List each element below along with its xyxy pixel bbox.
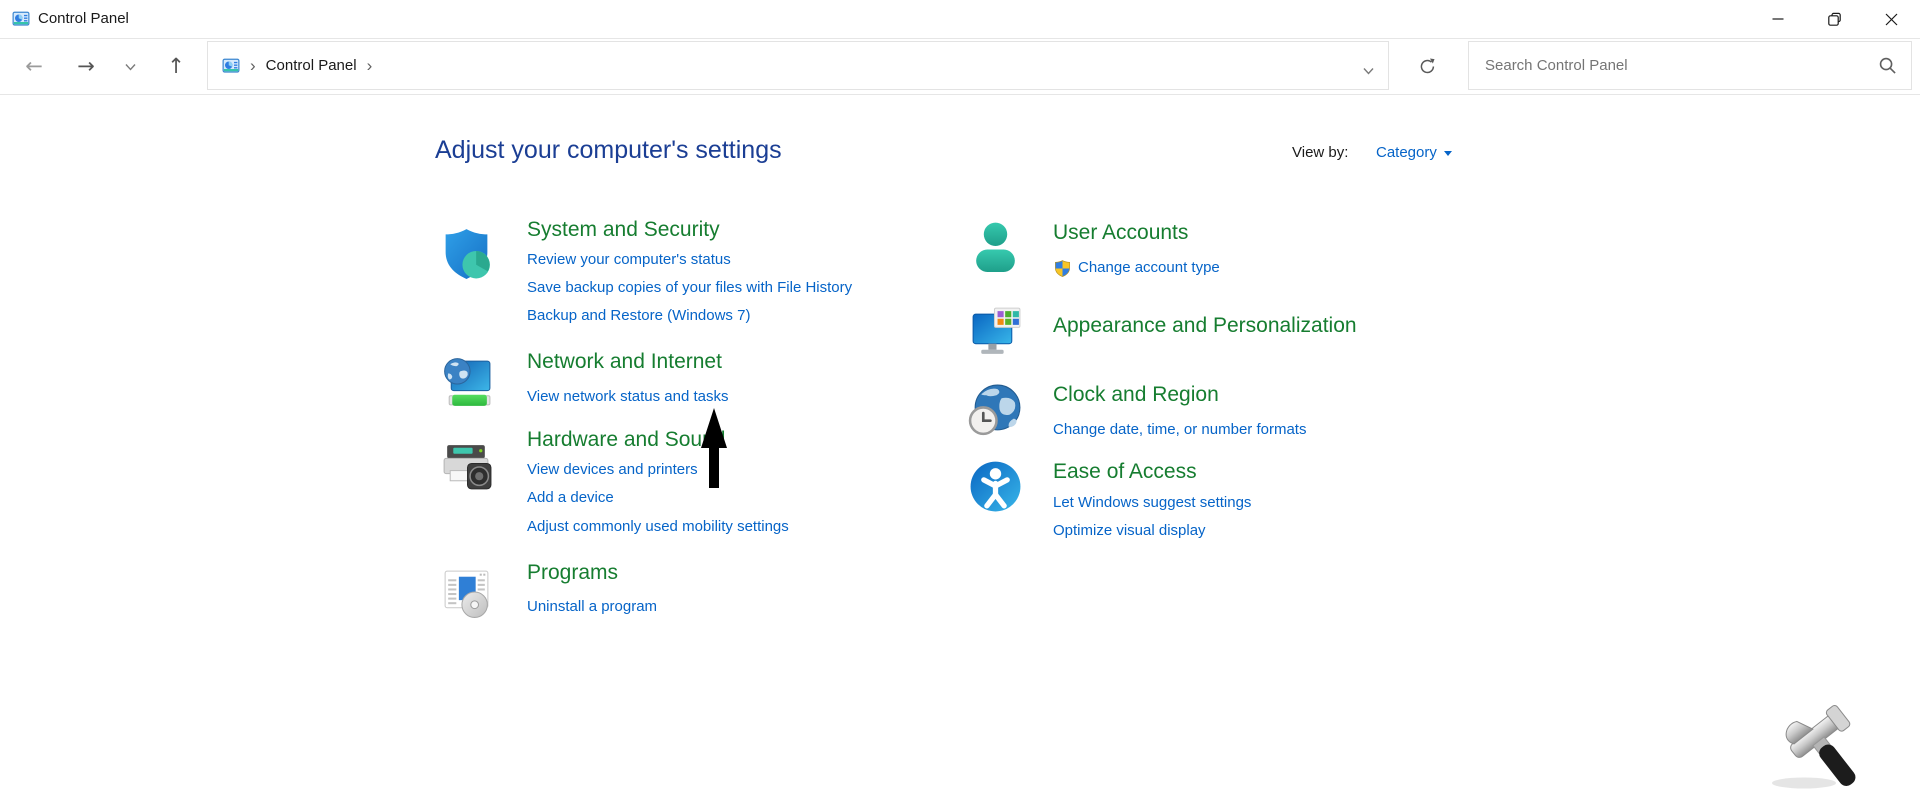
search-input[interactable]	[1469, 57, 1878, 74]
back-arrow-icon: ←	[25, 56, 43, 77]
category-title-hardware-sound[interactable]: Hardware and Sound	[527, 428, 725, 452]
forward-arrow-icon: →	[77, 56, 95, 77]
category-title-ease-of-access[interactable]: Ease of Access	[1053, 460, 1197, 484]
search-box	[1468, 41, 1912, 90]
monitor-globe-icon[interactable]	[438, 354, 495, 411]
page-title: Adjust your computer's settings	[435, 136, 782, 165]
view-by-dropdown[interactable]: Category	[1376, 144, 1452, 161]
window-disc-icon[interactable]	[438, 564, 495, 621]
search-icon[interactable]	[1878, 56, 1897, 75]
address-dropdown-button[interactable]	[1363, 62, 1374, 80]
restore-button[interactable]	[1806, 0, 1863, 38]
link-backup-restore[interactable]: Backup and Restore (Windows 7)	[527, 307, 750, 324]
control-panel-icon	[12, 10, 30, 28]
link-change-account-type[interactable]: Change account type	[1078, 259, 1220, 276]
link-uninstall-program[interactable]: Uninstall a program	[527, 598, 657, 615]
close-button[interactable]	[1863, 0, 1920, 38]
link-windows-suggest-settings[interactable]: Let Windows suggest settings	[1053, 494, 1251, 511]
up-button[interactable]: ↑	[156, 39, 196, 94]
link-file-history[interactable]: Save backup copies of your files with Fi…	[527, 279, 852, 296]
shield-pie-icon[interactable]	[438, 225, 495, 282]
link-review-computer-status[interactable]: Review your computer's status	[527, 251, 731, 268]
breadcrumb-chevron: ›	[367, 57, 373, 74]
forward-button[interactable]: →	[66, 39, 106, 94]
refresh-icon	[1418, 57, 1437, 76]
window-controls	[1749, 0, 1920, 38]
category-title-appearance-personalization[interactable]: Appearance and Personalization	[1053, 314, 1357, 338]
breadcrumb-location-icon	[222, 57, 240, 75]
refresh-button[interactable]	[1405, 53, 1449, 79]
address-bar[interactable]: › Control Panel ›	[207, 41, 1389, 90]
hammer-icon	[1758, 695, 1873, 800]
link-view-network-status[interactable]: View network status and tasks	[527, 388, 729, 405]
recent-locations-button[interactable]	[114, 39, 146, 94]
breadcrumb-control-panel[interactable]: Control Panel	[266, 57, 357, 74]
category-title-user-accounts[interactable]: User Accounts	[1053, 221, 1188, 245]
view-by-label: View by:	[1292, 144, 1348, 161]
printer-speaker-icon[interactable]	[438, 437, 495, 494]
minimize-button[interactable]	[1749, 0, 1806, 38]
caret-down-icon	[1444, 151, 1452, 156]
window-title: Control Panel	[38, 0, 129, 38]
monitor-palette-icon[interactable]	[967, 304, 1024, 361]
up-arrow-icon: ↑	[167, 56, 185, 77]
chevron-down-icon	[125, 63, 136, 71]
accessibility-icon[interactable]	[967, 458, 1024, 515]
link-optimize-visual-display[interactable]: Optimize visual display	[1053, 522, 1206, 539]
category-title-network-internet[interactable]: Network and Internet	[527, 350, 722, 374]
link-mobility-settings[interactable]: Adjust commonly used mobility settings	[527, 518, 789, 535]
globe-clock-icon[interactable]	[967, 382, 1024, 439]
category-title-programs[interactable]: Programs	[527, 561, 618, 585]
user-silhouette-icon[interactable]	[967, 218, 1024, 275]
uac-shield-icon	[1053, 259, 1072, 278]
title-bar: Control Panel	[0, 0, 1920, 38]
category-title-clock-region[interactable]: Clock and Region	[1053, 383, 1219, 407]
link-add-device[interactable]: Add a device	[527, 489, 614, 506]
breadcrumb-chevron: ›	[250, 57, 256, 74]
link-change-date-time[interactable]: Change date, time, or number formats	[1053, 421, 1306, 438]
back-button[interactable]: ←	[14, 39, 54, 94]
link-view-devices-printers[interactable]: View devices and printers	[527, 461, 698, 478]
view-by-value: Category	[1376, 144, 1437, 161]
category-title-system-security[interactable]: System and Security	[527, 218, 720, 242]
navigation-toolbar: ← → ↑ › Control Panel ›	[0, 38, 1920, 95]
